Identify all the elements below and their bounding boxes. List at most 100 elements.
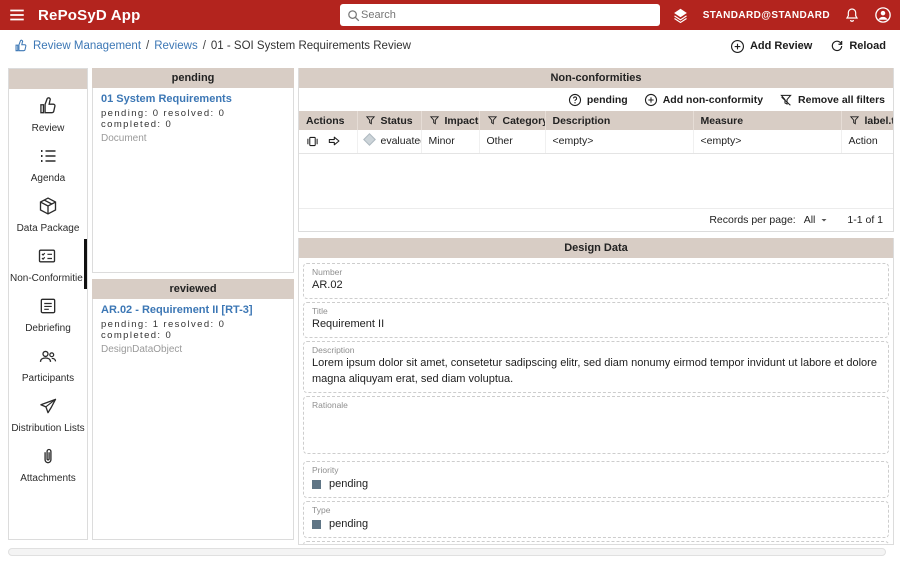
cell-type-of: Action — [841, 130, 893, 153]
cell-actions — [299, 130, 357, 153]
breadcrumb-link-reviews[interactable]: Reviews — [154, 40, 197, 52]
records-per-page-label: Records per page: — [709, 214, 795, 226]
design-data-header: Design Data — [299, 238, 893, 258]
sidebar-item-non-conformities[interactable]: Non-Conformities — [9, 239, 87, 289]
filter-icon[interactable] — [487, 115, 498, 126]
breadcrumb-bar: Review Management / Reviews / 01 - SOI S… — [0, 30, 900, 62]
cell-measure: <empty> — [693, 130, 841, 153]
reviewed-item-title[interactable]: AR.02 - Requirement II [RT-3] — [101, 304, 285, 316]
notifications-bell-icon[interactable] — [844, 7, 860, 23]
pagination-range: 1-1 of 1 — [847, 214, 883, 226]
send-icon — [38, 396, 58, 416]
breadcrumb-link-review-management[interactable]: Review Management — [33, 40, 141, 52]
field-description[interactable]: Description Lorem ipsum dolor sit amet, … — [303, 341, 889, 393]
details-icon[interactable] — [306, 135, 319, 148]
table-row[interactable]: evaluated Minor Other <empty> <empty> Ac… — [299, 130, 893, 153]
column-header-measure[interactable]: Measure — [693, 111, 841, 130]
pending-panel-header: pending — [92, 68, 294, 88]
help-icon — [568, 93, 582, 107]
add-non-conformity-button[interactable]: Add non-conformity — [644, 93, 763, 107]
column-header-status[interactable]: Status — [357, 111, 421, 130]
field-title[interactable]: Title Requirement II — [303, 302, 889, 338]
pending-list-item[interactable]: 01 System Requirements pending: 0 resolv… — [101, 93, 285, 144]
sidebar-item-review[interactable]: Review — [9, 89, 87, 139]
field-value: pending — [329, 477, 368, 493]
field-priority[interactable]: Priority pending — [303, 461, 889, 498]
user-account-label[interactable]: STANDARD@STANDARD — [703, 10, 830, 21]
people-icon — [38, 346, 58, 366]
column-header-actions[interactable]: Actions — [299, 111, 357, 130]
breadcrumb-current: 01 - SOI System Requirements Review — [211, 40, 411, 52]
status-diamond-icon — [363, 133, 376, 146]
field-label: Rationale — [312, 400, 880, 410]
sidebar-item-debriefing[interactable]: Debriefing — [9, 289, 87, 339]
field-label: Type — [312, 505, 880, 515]
reload-icon — [830, 39, 844, 53]
field-value: AR.02 — [312, 278, 880, 294]
sidebar-item-attachments[interactable]: Attachments — [9, 439, 87, 489]
sidebar-header-strip — [9, 69, 87, 89]
type-color-swatch — [312, 520, 321, 529]
field-label: Title — [312, 306, 880, 316]
search-input[interactable] — [361, 9, 654, 21]
hamburger-menu-icon[interactable] — [0, 6, 34, 24]
non-conformities-table: Actions Status Impact Category Descripti… — [299, 111, 893, 154]
column-header-type-of[interactable]: label.tpyeofr — [841, 111, 893, 130]
add-circle-icon — [730, 39, 745, 54]
table-header-row: Actions Status Impact Category Descripti… — [299, 111, 893, 130]
field-category[interactable]: Category pending — [303, 541, 889, 544]
filter-icon[interactable] — [365, 115, 376, 126]
field-number[interactable]: Number AR.02 — [303, 263, 889, 299]
horizontal-scrollbar[interactable] — [8, 548, 886, 556]
add-circle-icon — [644, 93, 658, 107]
cell-impact: Minor — [421, 130, 479, 153]
field-label: Description — [312, 345, 880, 355]
pagination-bar: Records per page: All 1-1 of 1 — [299, 208, 893, 231]
field-label: Priority — [312, 465, 880, 475]
layers-icon[interactable] — [672, 7, 689, 24]
checklist-icon — [37, 246, 57, 266]
column-header-category[interactable]: Category — [479, 111, 545, 130]
breadcrumb: Review Management / Reviews / 01 - SOI S… — [14, 39, 411, 53]
cell-category: Other — [479, 130, 545, 153]
sidebar-item-data-package[interactable]: Data Package — [9, 189, 87, 239]
records-per-page-select[interactable]: All — [804, 214, 830, 226]
chevron-down-icon — [819, 215, 829, 225]
search-box[interactable] — [340, 4, 660, 26]
thumb-up-icon — [38, 96, 58, 116]
pending-panel: pending 01 System Requirements pending: … — [92, 68, 294, 273]
field-type[interactable]: Type pending — [303, 501, 889, 538]
sidebar-item-participants[interactable]: Participants — [9, 339, 87, 389]
account-circle-icon[interactable] — [874, 6, 892, 24]
remove-all-filters-button[interactable]: Remove all filters — [779, 93, 885, 107]
add-circle-icon[interactable] — [641, 7, 658, 24]
filter-icon[interactable] — [849, 115, 860, 126]
reviewed-panel: reviewed AR.02 - Requirement II [RT-3] p… — [92, 279, 294, 540]
filter-icon[interactable] — [429, 115, 440, 126]
field-label: Number — [312, 267, 880, 277]
reviewed-list-item[interactable]: AR.02 - Requirement II [RT-3] pending: 1… — [101, 304, 285, 355]
pending-help-button[interactable]: pending — [568, 93, 628, 107]
search-icon — [346, 8, 361, 23]
priority-color-swatch — [312, 480, 321, 489]
non-conformities-toolbar: pending Add non-conformity Remove all fi… — [299, 88, 893, 111]
design-data-panel: Design Data Number AR.02 Title Requireme… — [298, 238, 894, 545]
pending-item-type: Document — [101, 133, 285, 144]
sidebar-item-agenda[interactable]: Agenda — [9, 139, 87, 189]
field-value: Requirement II — [312, 317, 880, 333]
thumb-up-icon — [14, 39, 28, 53]
cell-status: evaluated — [357, 130, 421, 153]
sidebar-item-distribution-lists[interactable]: Distribution Lists — [9, 389, 87, 439]
open-arrow-icon[interactable] — [327, 134, 341, 148]
pending-item-stats: pending: 0 resolved: 0 completed: 0 — [101, 108, 285, 130]
app-header: RePoSyD App STANDARD@STANDARD — [0, 0, 900, 30]
pending-item-title[interactable]: 01 System Requirements — [101, 93, 285, 105]
reload-button[interactable]: Reload — [830, 39, 886, 53]
add-review-button[interactable]: Add Review — [730, 39, 812, 54]
column-header-impact[interactable]: Impact — [421, 111, 479, 130]
breadcrumb-separator: / — [146, 40, 149, 52]
column-header-description[interactable]: Description — [545, 111, 693, 130]
field-rationale[interactable]: Rationale — [303, 396, 889, 454]
non-conformities-panel: Non-conformities pending Add non-conform… — [298, 68, 894, 232]
reviewed-panel-header: reviewed — [92, 279, 294, 299]
